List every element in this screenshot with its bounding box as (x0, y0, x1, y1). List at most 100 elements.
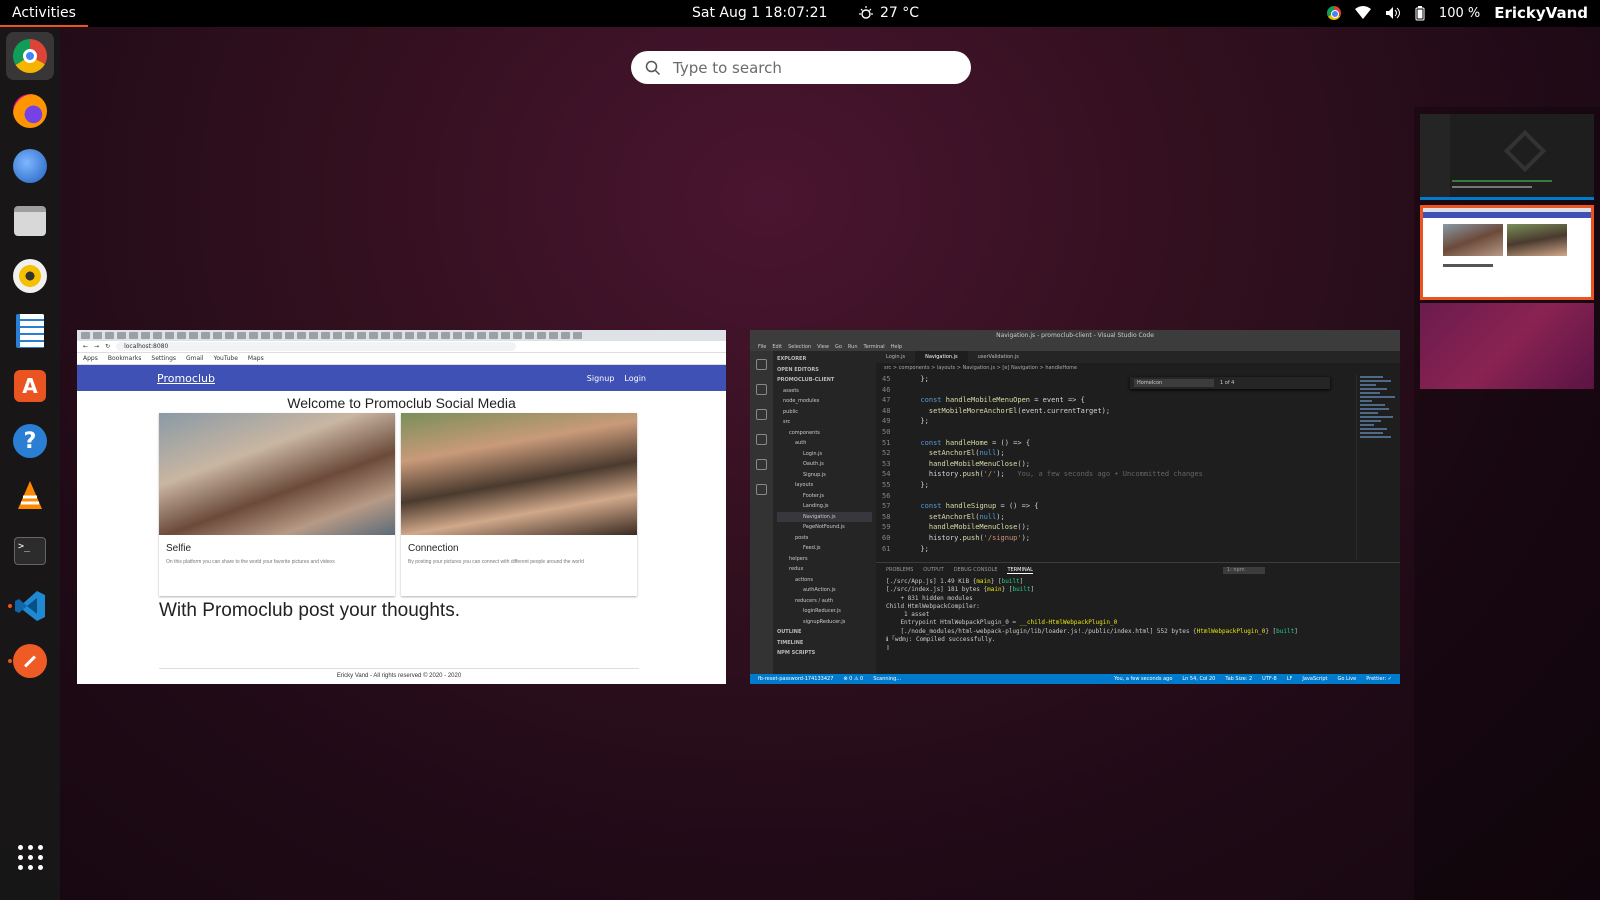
user-menu[interactable]: ErickyVand (1494, 4, 1588, 22)
search-input[interactable]: Type to search (673, 59, 782, 77)
vscode-window[interactable]: Navigation.js - promoclub-client - Visua… (750, 330, 1400, 684)
weather-indicator[interactable]: 27 °C (858, 5, 919, 21)
panel-tab[interactable]: OUTPUT (923, 567, 943, 574)
run-debug-icon[interactable] (756, 434, 767, 445)
tree-item[interactable]: authAction.js (777, 585, 872, 596)
tree-item[interactable]: node_modules (777, 396, 872, 407)
tree-section[interactable]: NPM SCRIPTS (777, 648, 872, 659)
bookmark-item[interactable]: Apps (83, 355, 98, 362)
source-control-icon[interactable] (756, 409, 767, 420)
wifi-icon[interactable] (1354, 6, 1371, 20)
dock-rhythmbox[interactable] (6, 252, 54, 300)
dock-terminal[interactable]: >_ (6, 527, 54, 575)
status-branch[interactable]: fb-reset-password-174133427 (758, 676, 833, 682)
terminal-select[interactable]: 1: npm (1222, 567, 1265, 574)
editor-tab-active[interactable]: Navigation.js (915, 351, 968, 363)
minimap[interactable] (1356, 374, 1396, 560)
status-eol[interactable]: LF (1287, 676, 1293, 682)
workspace-3-thumbnail[interactable] (1420, 303, 1594, 389)
tree-item[interactable]: assets (777, 386, 872, 397)
bookmark-item[interactable]: Gmail (186, 355, 204, 362)
tree-item[interactable]: actions (777, 575, 872, 586)
search-bar[interactable]: Type to search (631, 51, 971, 84)
clock[interactable]: Sat Aug 1 18:07:21 (692, 5, 827, 21)
menu-item[interactable]: View (817, 344, 829, 350)
tree-item[interactable]: Signup.js (777, 470, 872, 481)
breadcrumb[interactable]: src > components > layouts > Navigation.… (876, 363, 1085, 373)
login-link[interactable]: Login (624, 374, 646, 383)
status-problems[interactable]: ⊗ 0 ⚠ 0 (843, 676, 863, 682)
panel-tab-active[interactable]: TERMINAL (1007, 567, 1033, 574)
explorer-icon[interactable] (756, 359, 767, 370)
find-input[interactable]: HomeIcon (1134, 379, 1214, 387)
system-tray[interactable]: 100 % ErickyVand (1326, 4, 1588, 22)
status-blame[interactable]: You, a few seconds ago (1114, 676, 1172, 682)
remote-icon[interactable] (756, 484, 767, 495)
dock-thunderbird[interactable] (6, 142, 54, 190)
workspace-1-thumbnail[interactable] (1420, 114, 1594, 200)
extensions-icon[interactable] (756, 459, 767, 470)
tree-item[interactable]: signupReducer.js (777, 617, 872, 628)
bookmark-item[interactable]: Maps (248, 355, 264, 362)
tree-item[interactable]: PageNotFound.js (777, 522, 872, 533)
editor-tab[interactable]: userValidation.js (968, 351, 1029, 363)
menu-item[interactable]: File (758, 344, 766, 350)
browser-tab-strip[interactable] (77, 330, 726, 341)
status-tab-size[interactable]: Tab Size: 2 (1225, 676, 1252, 682)
activities-button[interactable]: Activities (0, 0, 88, 27)
battery-icon[interactable] (1415, 5, 1425, 21)
bookmark-item[interactable]: Bookmarks (108, 355, 142, 362)
tree-item[interactable]: loginReducer.js (777, 606, 872, 617)
back-icon[interactable]: ← (83, 343, 88, 350)
terminal-output[interactable]: [./src/App.js] 1.49 KiB {main} [built] [… (876, 578, 1400, 653)
card-selfie[interactable]: Selfie On this platform you can share to… (159, 413, 395, 596)
search-icon[interactable] (756, 384, 767, 395)
menu-item[interactable]: Help (891, 344, 902, 350)
code-editor[interactable]: 45 }; 46 47 const handleMobileMenuOpen =… (876, 374, 1331, 560)
tree-item[interactable]: OPEN EDITORS (777, 365, 872, 376)
dock-vscode[interactable] (6, 582, 54, 630)
tree-item-selected[interactable]: Navigation.js (777, 511, 872, 522)
tree-item[interactable]: Feed.js (777, 543, 872, 554)
menu-item[interactable]: Run (848, 344, 858, 350)
tree-item[interactable]: Login.js (777, 449, 872, 460)
editor-tab[interactable]: Login.js (876, 351, 915, 363)
tree-item[interactable]: auth (777, 438, 872, 449)
tree-item[interactable]: Footer.js (777, 491, 872, 502)
chrome-tray-icon[interactable] (1326, 6, 1341, 20)
workspace-2-thumbnail[interactable] (1420, 205, 1594, 300)
signup-link[interactable]: Signup (587, 374, 615, 383)
find-widget[interactable]: HomeIcon 1 of 4 (1130, 377, 1330, 389)
dock-software[interactable]: A (6, 362, 54, 410)
menu-item[interactable]: Go (835, 344, 842, 350)
tree-item[interactable]: Landing.js (777, 501, 872, 512)
tree-item[interactable]: components (777, 428, 872, 439)
tree-item[interactable]: layouts (777, 480, 872, 491)
menu-item[interactable]: Selection (788, 344, 811, 350)
panel-tab[interactable]: DEBUG CONSOLE (954, 567, 998, 574)
tree-item[interactable]: reducers / auth (777, 596, 872, 607)
panel-tab[interactable]: PROBLEMS (886, 567, 913, 574)
status-encoding[interactable]: UTF-8 (1262, 676, 1277, 682)
tree-item[interactable]: helpers (777, 554, 872, 565)
bookmark-item[interactable]: Settings (151, 355, 176, 362)
status-prettier[interactable]: Prettier: ✓ (1366, 676, 1392, 682)
show-applications-button[interactable] (6, 833, 54, 881)
tree-item[interactable]: src (777, 417, 872, 428)
status-position[interactable]: Ln 54, Col 20 (1182, 676, 1215, 682)
tree-item[interactable]: posts (777, 533, 872, 544)
tree-item[interactable]: Oauth.js (777, 459, 872, 470)
status-language[interactable]: JavaScript (1302, 676, 1327, 682)
reload-icon[interactable]: ↻ (105, 343, 110, 350)
menu-item[interactable]: Terminal (864, 344, 885, 350)
tree-section[interactable]: OUTLINE (777, 627, 872, 638)
dock-vlc[interactable] (6, 472, 54, 520)
status-go-live[interactable]: Go Live (1337, 676, 1356, 682)
dock-chrome[interactable] (6, 32, 54, 80)
menu-item[interactable]: Edit (772, 344, 782, 350)
volume-icon[interactable] (1385, 6, 1401, 20)
tree-item[interactable]: public (777, 407, 872, 418)
forward-icon[interactable]: → (94, 343, 99, 350)
tree-item[interactable]: PROMOCLUB-CLIENT (777, 375, 872, 386)
browser-window[interactable]: ← → ↻ localhost:8080 Apps Bookmarks Sett… (77, 330, 726, 684)
